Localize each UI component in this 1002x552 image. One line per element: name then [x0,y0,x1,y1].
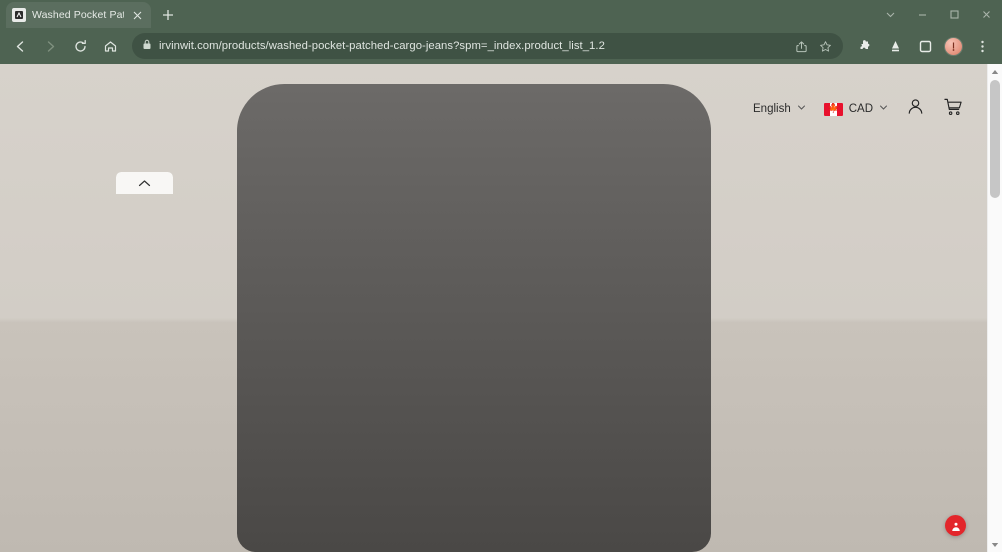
browser-titlebar: Washed Pocket Patched Cargo [0,0,1002,28]
color-swatch-gray[interactable] [0,64,987,552]
chevron-down-icon [879,103,888,115]
tab-favicon-icon [12,8,26,22]
product-detail: Washed Pocket Patched Cargo Jeans CA$8.1… [0,64,987,552]
address-bar-url: irvinwit.com/products/washed-pocket-patc… [159,40,605,52]
product-info: Washed Pocket Patched Cargo Jeans CA$8.1… [0,64,987,552]
floating-promo-badge-icon[interactable] [945,515,966,536]
web-page: Free Shipping For Orders Over $39.99 IRS… [0,64,987,552]
chevron-down-icon [797,103,806,115]
back-arrow-icon[interactable] [6,32,34,60]
currency-label: CAD [848,103,873,115]
cart-icon[interactable] [943,97,963,122]
window-maximize-icon[interactable] [938,0,970,28]
scrollbar-thumb[interactable] [990,80,1000,198]
browser-toolbar: irvinwit.com/products/washed-pocket-patc… [0,28,1002,64]
three-dot-menu-icon[interactable] [968,32,996,60]
reload-icon[interactable] [66,32,94,60]
scroll-down-arrow-icon[interactable] [988,537,1002,552]
home-icon[interactable] [96,32,124,60]
split-screen-icon[interactable] [911,32,939,60]
page-viewport: Free Shipping For Orders Over $39.99 IRS… [0,64,1002,552]
downloads-icon[interactable] [881,32,909,60]
browser-tab[interactable]: Washed Pocket Patched Cargo [6,2,151,28]
header-utilities: English 🍁 CAD [753,97,963,122]
profile-avatar-icon[interactable] [944,36,963,56]
currency-selector[interactable]: 🍁 CAD [823,102,888,116]
address-bar-actions [790,35,836,57]
language-label: English [753,103,791,115]
language-selector[interactable]: English [753,103,806,115]
color-swatches [0,64,987,552]
share-icon[interactable] [790,35,812,57]
window-close-icon[interactable] [970,0,1002,28]
account-icon[interactable] [906,97,925,121]
forward-arrow-icon[interactable] [36,32,64,60]
tab-search-chevron-down-icon[interactable] [874,0,906,28]
window-minimize-icon[interactable] [906,0,938,28]
tab-title: Washed Pocket Patched Cargo [32,9,124,21]
bookmark-star-icon[interactable] [814,35,836,57]
puzzle-extensions-icon[interactable] [851,32,879,60]
lock-icon [142,37,152,55]
window-controls [874,0,1002,28]
page-scrollbar[interactable] [987,64,1002,552]
address-bar[interactable]: irvinwit.com/products/washed-pocket-patc… [132,33,843,59]
browser-window: Washed Pocket Patched Cargo [0,0,1002,552]
new-tab-button[interactable] [155,2,181,28]
gallery-scroll-up-chevron-icon[interactable] [116,172,173,194]
scroll-up-arrow-icon[interactable] [988,64,1002,79]
canada-flag-icon: 🍁 [823,102,843,116]
extension-icons [851,32,996,60]
tab-close-icon[interactable] [130,8,145,23]
